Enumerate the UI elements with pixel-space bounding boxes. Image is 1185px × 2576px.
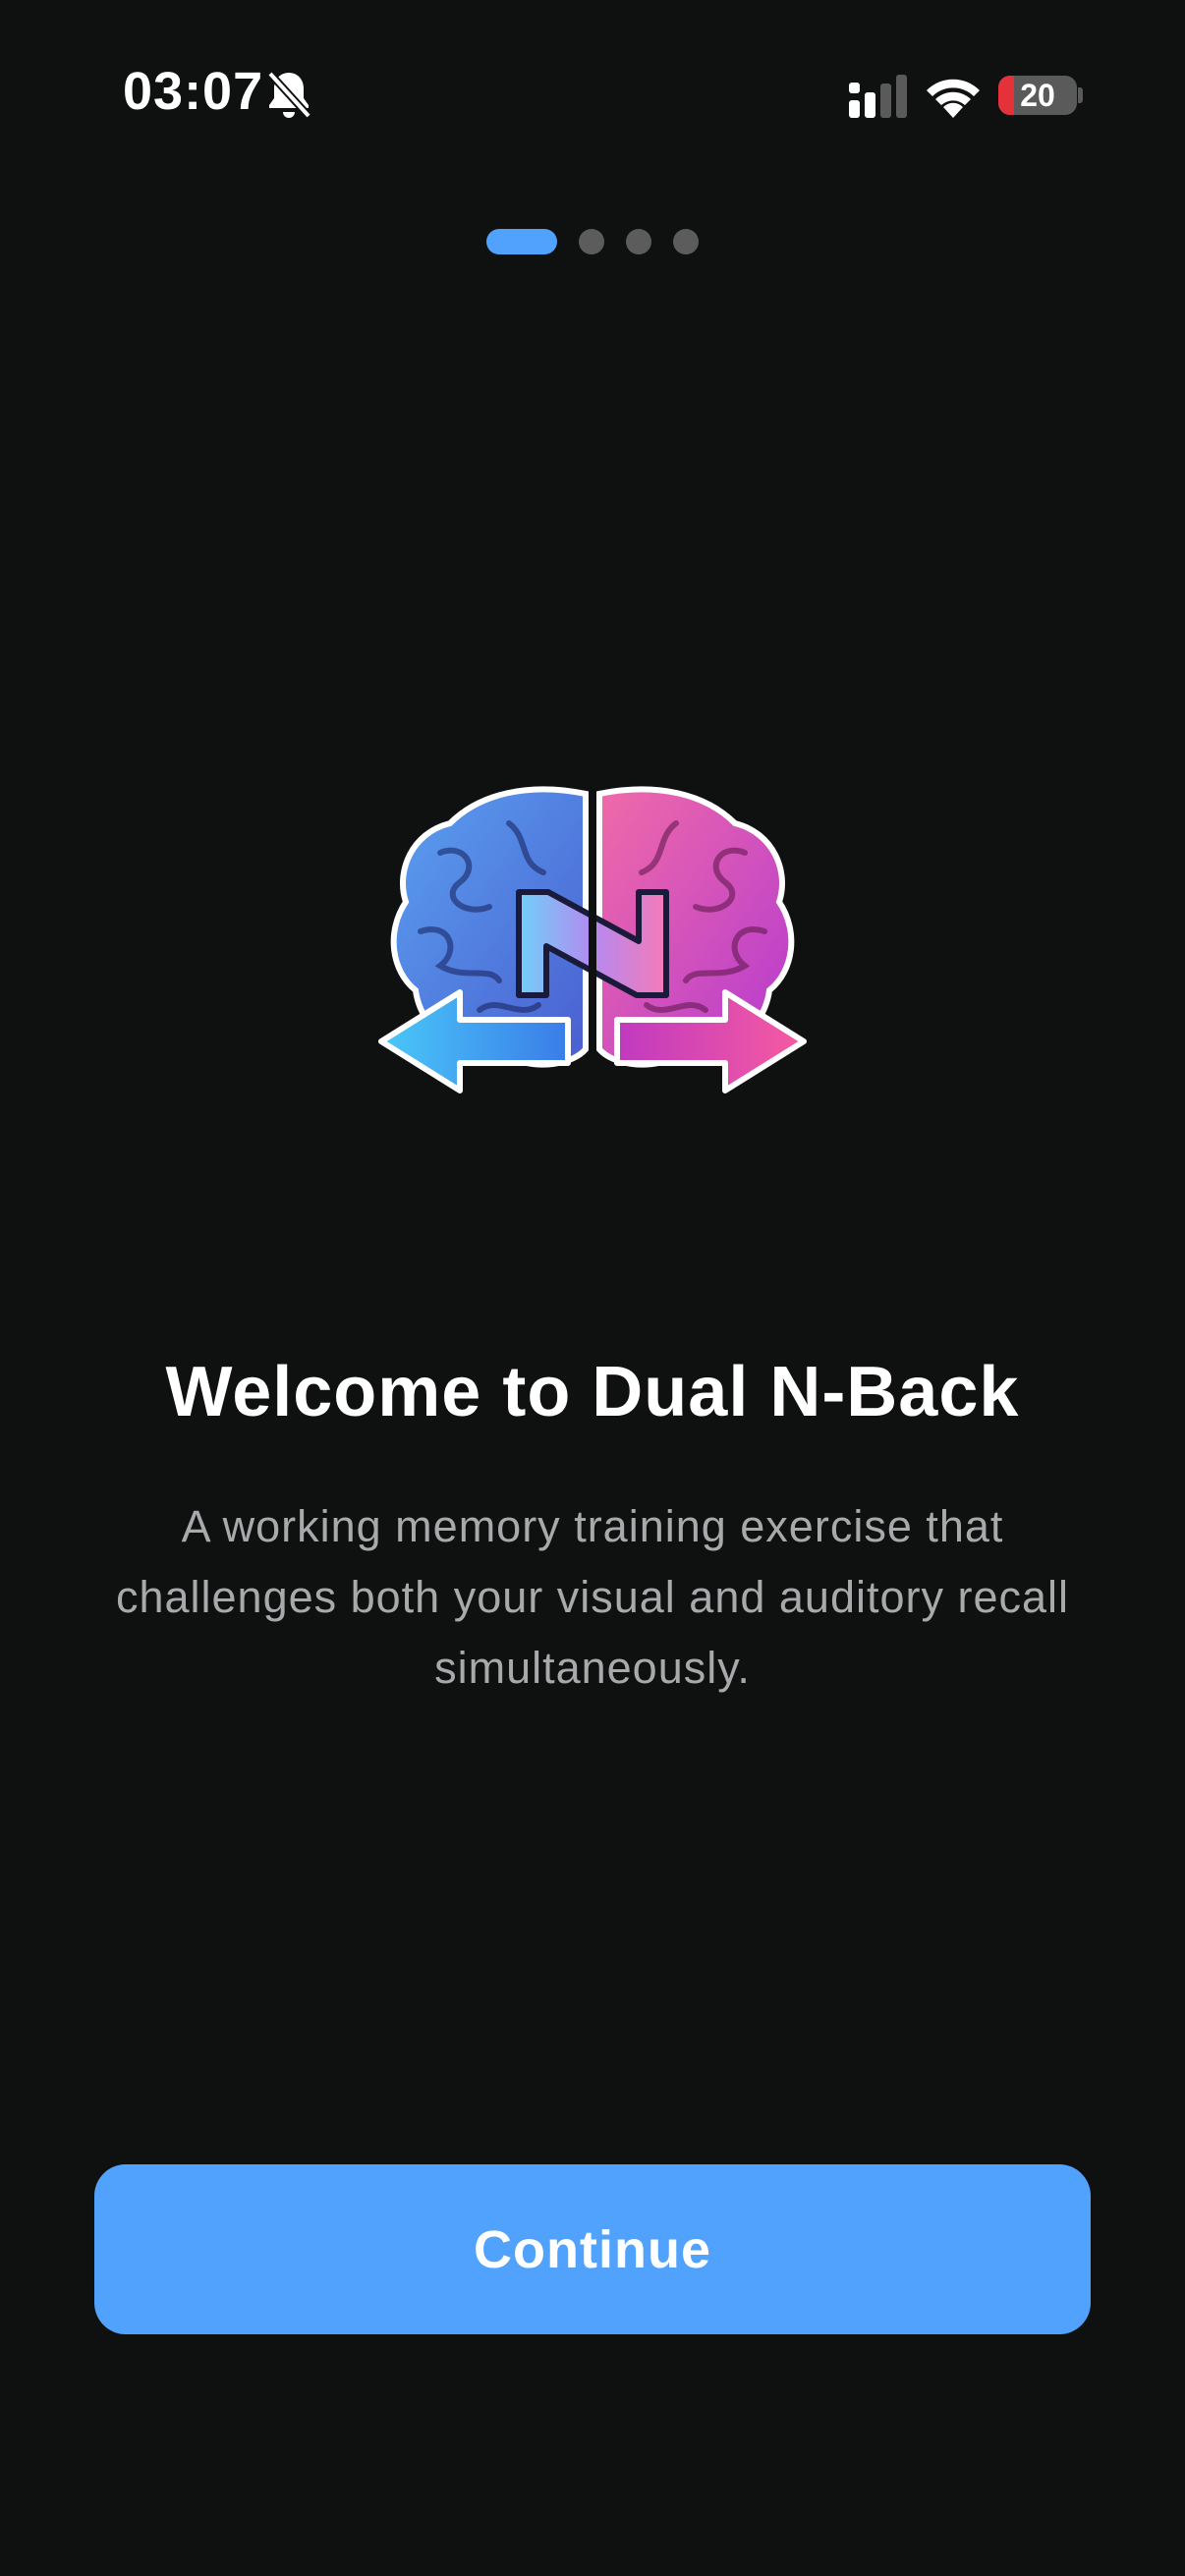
page-title: Welcome to Dual N-Back <box>165 1353 1020 1431</box>
battery-icon: 20 <box>998 76 1077 115</box>
battery-level-text: 20 <box>1020 78 1055 113</box>
brain-n-arrows-icon <box>378 786 807 1093</box>
bell-slash-icon <box>267 71 311 119</box>
page-description: A working memory training exercise that … <box>115 1501 1070 1693</box>
status-time: 03:07 <box>123 62 264 121</box>
wifi-icon <box>927 79 980 118</box>
page-dot-1[interactable] <box>486 229 557 254</box>
page-dot-2[interactable] <box>579 229 604 254</box>
cellular-signal-icon <box>849 75 907 118</box>
page-dot-3[interactable] <box>626 229 651 254</box>
page-indicator[interactable] <box>0 229 1185 254</box>
status-bar: 03:07 20 <box>0 0 1185 196</box>
page-dot-4[interactable] <box>673 229 699 254</box>
continue-button[interactable]: Continue <box>94 2164 1091 2334</box>
battery-cap <box>1078 87 1083 103</box>
